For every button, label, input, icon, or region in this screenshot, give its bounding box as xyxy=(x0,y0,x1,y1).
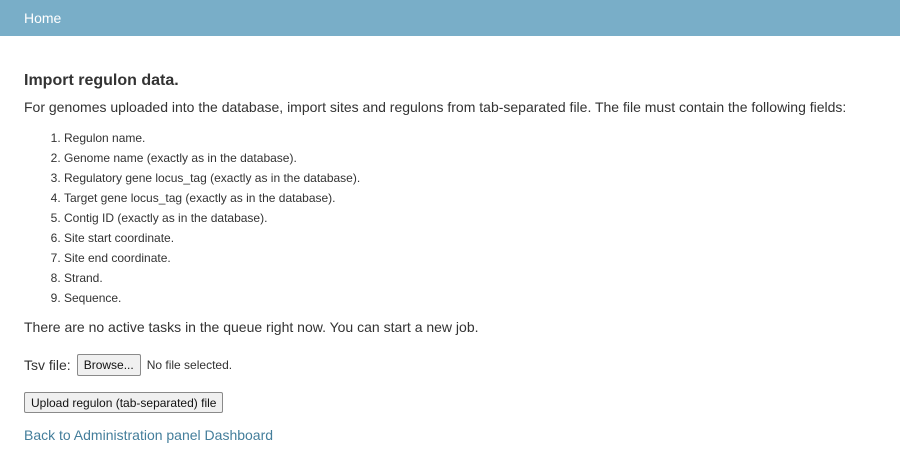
required-fields-list: Regulon name. Genome name (exactly as in… xyxy=(24,128,884,308)
page-title: Import regulon data. xyxy=(24,72,179,89)
list-item: Site start coordinate. xyxy=(64,228,884,248)
top-nav-bar: Home xyxy=(0,0,900,36)
list-item: Regulatory gene locus_tag (exactly as in… xyxy=(64,168,884,188)
list-item: Sequence. xyxy=(64,288,884,308)
main-content: Import regulon data. For genomes uploade… xyxy=(24,70,884,445)
intro-text: For genomes uploaded into the database, … xyxy=(24,99,847,115)
no-file-selected-text: No file selected. xyxy=(146,358,233,372)
list-item: Contig ID (exactly as in the database). xyxy=(64,208,884,228)
list-item: Strand. xyxy=(64,268,884,288)
tsv-file-label: Tsv file: xyxy=(24,357,71,373)
back-to-dashboard-link[interactable]: Back to Administration panel Dashboard xyxy=(24,427,273,443)
upload-button[interactable]: Upload regulon (tab-separated) file xyxy=(24,392,224,413)
upload-row: Upload regulon (tab-separated) file xyxy=(24,392,884,413)
home-link[interactable]: Home xyxy=(24,10,61,26)
queue-status-text: There are no active tasks in the queue r… xyxy=(24,319,479,335)
list-item: Regulon name. xyxy=(64,128,884,148)
list-item: Target gene locus_tag (exactly as in the… xyxy=(64,188,884,208)
list-item: Genome name (exactly as in the database)… xyxy=(64,148,884,168)
tsv-file-field: Tsv file: Browse... No file selected. xyxy=(24,354,884,376)
browse-button[interactable]: Browse... xyxy=(76,354,141,376)
list-item: Site end coordinate. xyxy=(64,248,884,268)
